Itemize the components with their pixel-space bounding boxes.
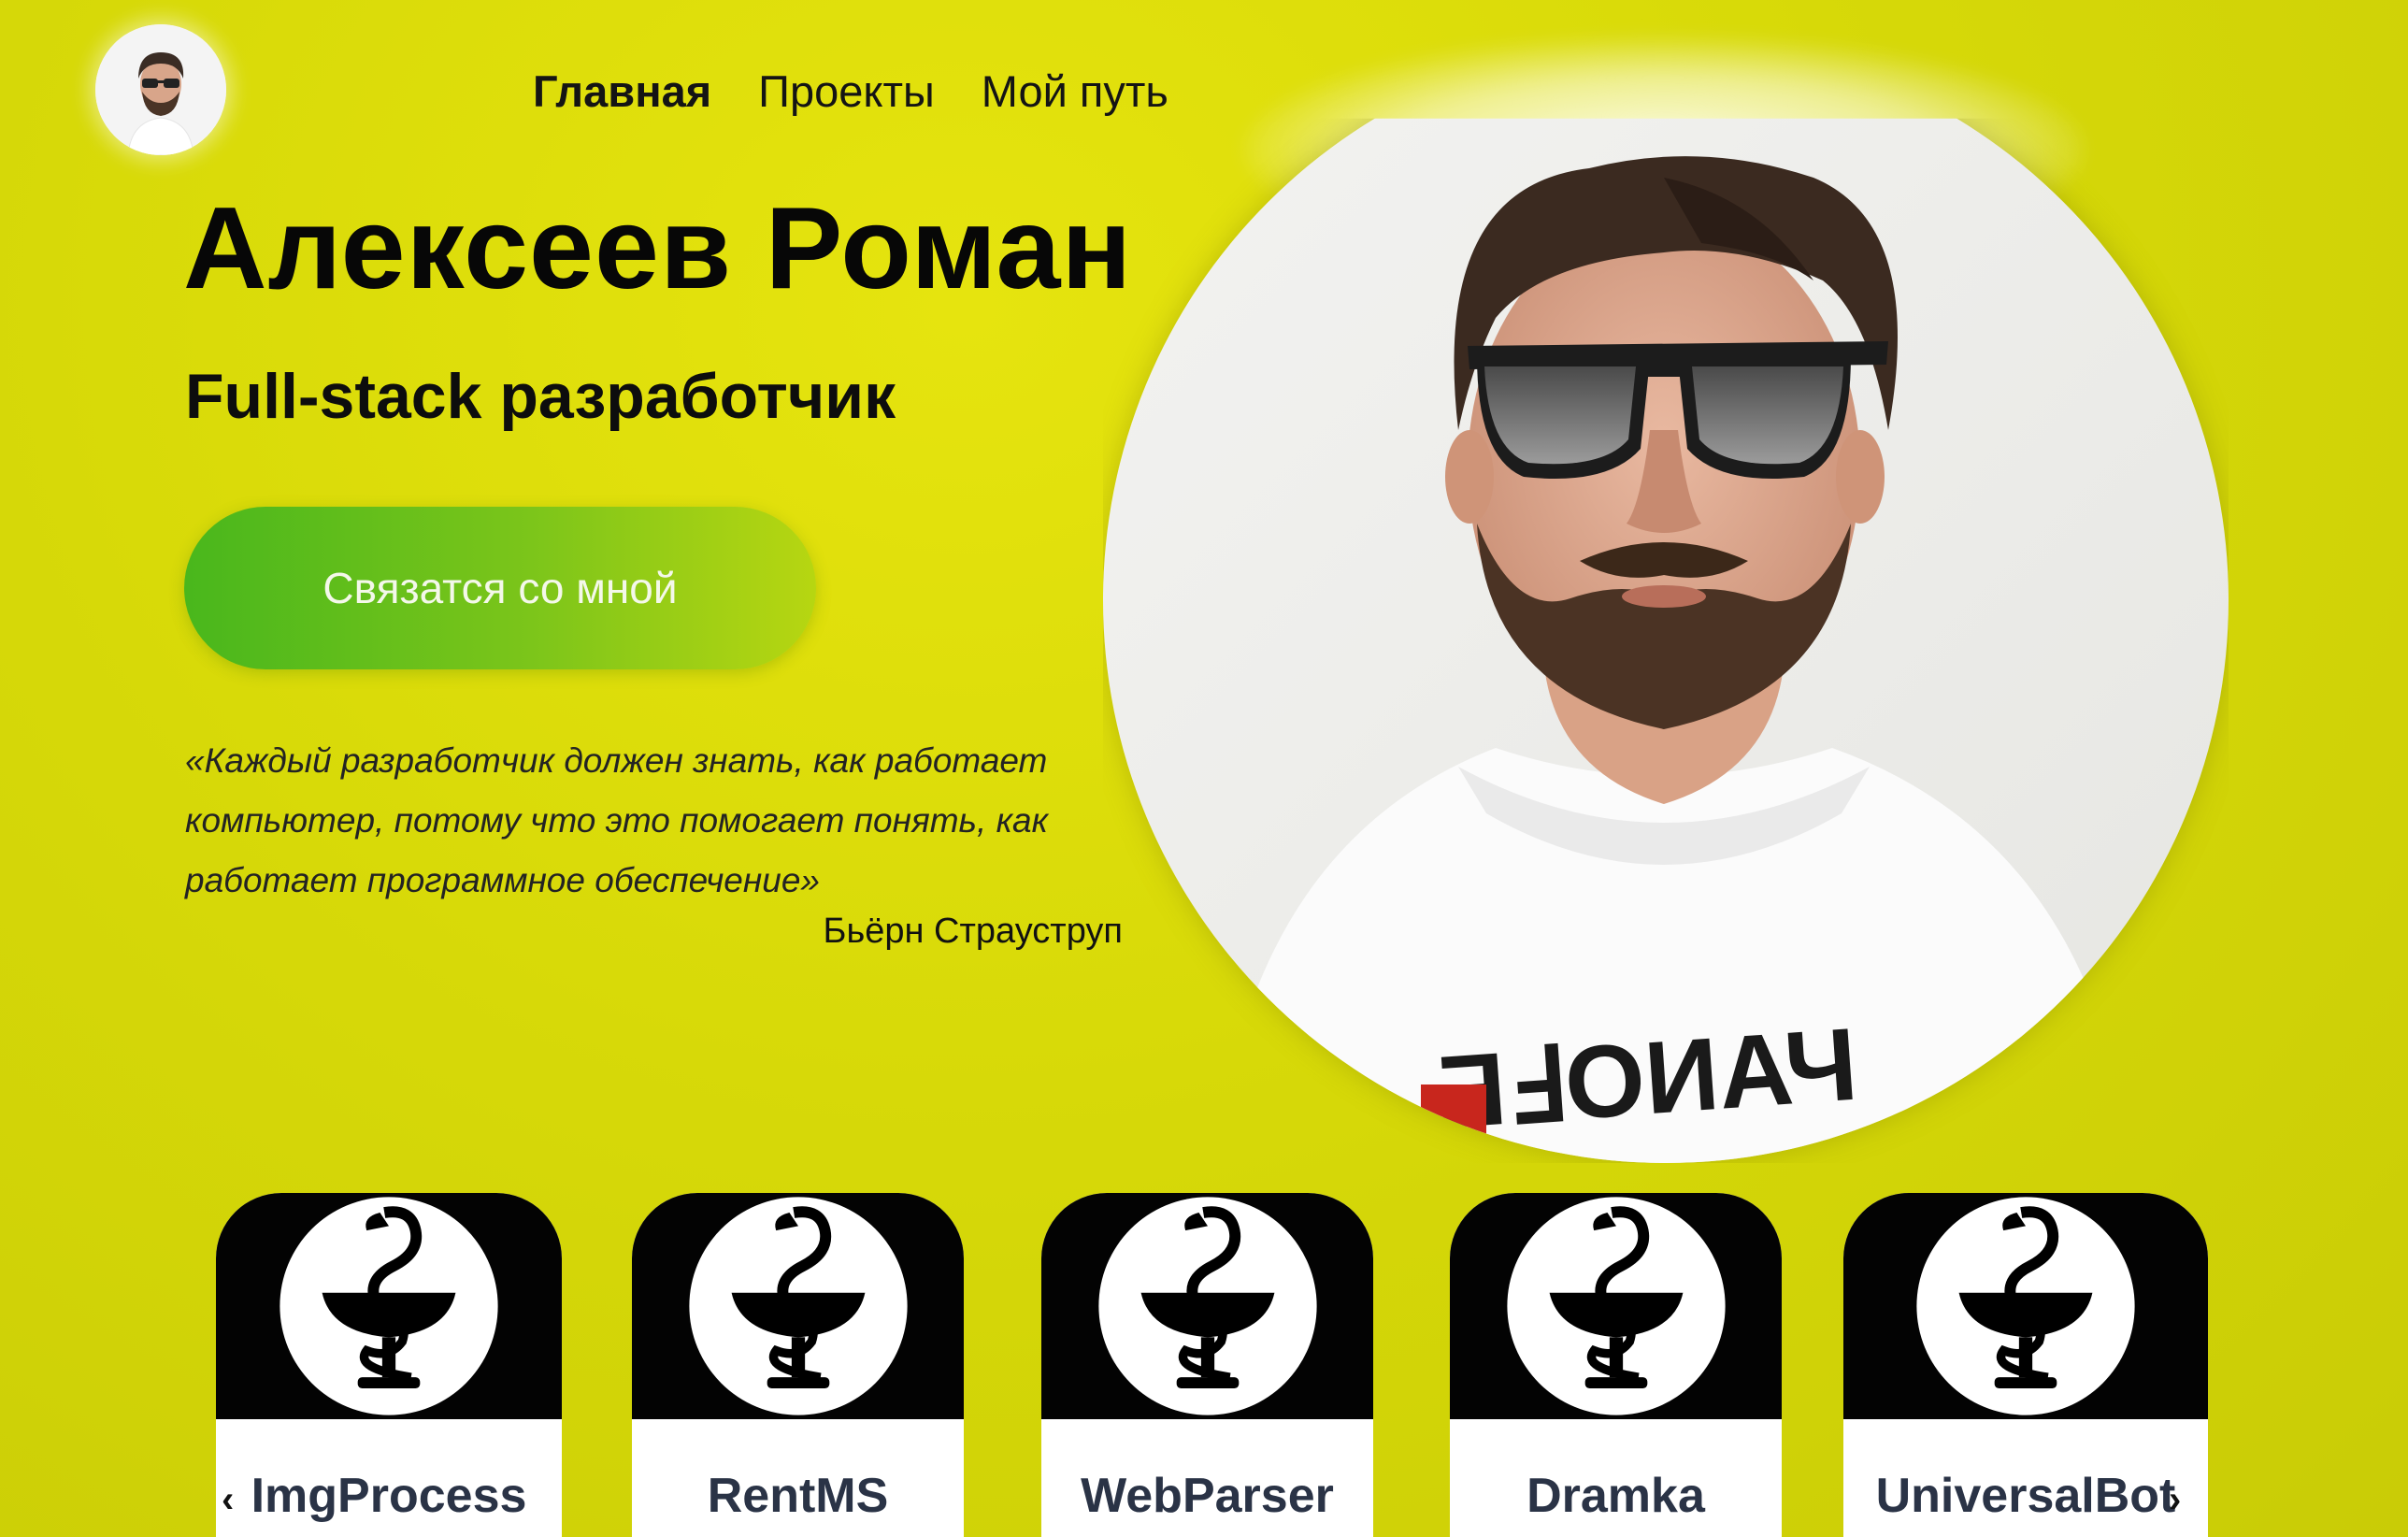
card-image: [1450, 1193, 1782, 1419]
page: Главная Проекты Мой путь Алексеев Роман …: [0, 0, 2408, 1537]
caduceus-bowl-icon: [280, 1197, 498, 1415]
portrait-photo: ƎℲОИАЧ: [1103, 118, 2229, 1163]
quote-author: Бьёрн Страуструп: [823, 912, 1124, 951]
project-card-imgprocess[interactable]: ImgProcess: [216, 1193, 562, 1537]
project-title: WebParser: [1081, 1469, 1334, 1523]
card-image: [1041, 1193, 1373, 1419]
contact-button[interactable]: Связатся со мной: [184, 507, 816, 669]
card-image: [216, 1193, 562, 1419]
carousel-next-arrow[interactable]: ›: [2169, 1481, 2181, 1518]
project-title: RentMS: [707, 1469, 889, 1523]
card-image: [1843, 1193, 2208, 1419]
project-card-universalbot[interactable]: UniversalBot: [1843, 1193, 2208, 1537]
avatar[interactable]: [95, 24, 226, 155]
nav-item-home[interactable]: Главная: [533, 69, 711, 113]
main-nav: Главная Проекты Мой путь: [533, 69, 1168, 113]
project-title: UniversalBot: [1875, 1469, 2176, 1523]
carousel-prev-arrow[interactable]: ‹: [222, 1481, 234, 1518]
card-image: [632, 1193, 964, 1419]
nav-item-my-path[interactable]: Мой путь: [982, 69, 1168, 113]
hero-role: Full-stack разработчик: [185, 361, 896, 432]
quote-text: «Каждый разработчик должен знать, как ра…: [185, 741, 1049, 899]
nav-item-projects[interactable]: Проекты: [758, 69, 935, 113]
caduceus-bowl-icon: [1916, 1197, 2135, 1415]
projects-carousel: ImgProcess RentMS WebParser Dramka Unive…: [0, 1193, 2408, 1537]
project-card-rentms[interactable]: RentMS: [632, 1193, 964, 1537]
project-title: ImgProcess: [251, 1469, 527, 1523]
caduceus-bowl-icon: [688, 1197, 908, 1415]
project-card-webparser[interactable]: WebParser: [1041, 1193, 1373, 1537]
caduceus-bowl-icon: [1506, 1197, 1726, 1415]
caduceus-bowl-icon: [1097, 1197, 1317, 1415]
project-card-dramka[interactable]: Dramka: [1450, 1193, 1782, 1537]
project-title: Dramka: [1526, 1469, 1705, 1523]
hero-name: Алексеев Роман: [183, 184, 1133, 313]
